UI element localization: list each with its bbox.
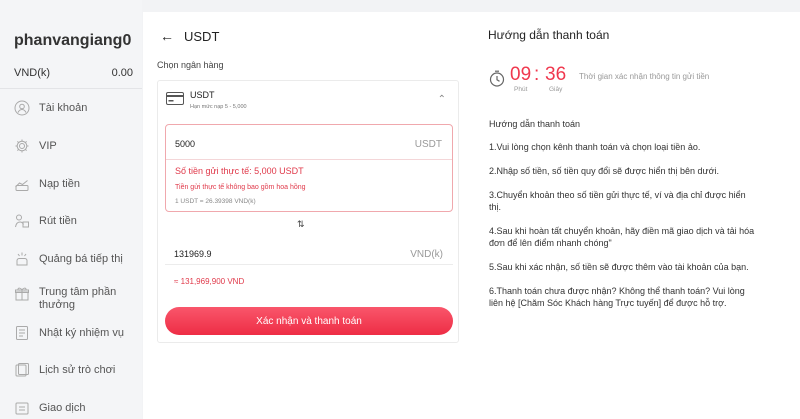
channel-limit: Hạn mức nạp 5 - 5,000: [190, 104, 247, 110]
sidebar-item-label: VIP: [39, 139, 57, 152]
promote-icon: [14, 251, 30, 267]
vnd-section: VND(k): [165, 238, 453, 265]
gear-icon: [14, 138, 30, 154]
channel-name: USDT: [190, 90, 215, 100]
balance-value: 0.00: [111, 67, 133, 79]
countdown-timer: 09 : 36 Phút Giây Thời gian xác nhận thô…: [489, 64, 800, 98]
main-panel: ← USDT Chọn ngân hàng USDT Hạn mức nạp 5…: [143, 12, 800, 419]
payment-form: USDT Hạn mức nạp 5 - 5,000 ⌃ USDT Số tiề…: [157, 80, 459, 343]
deposit-icon: [14, 176, 30, 192]
page-title: USDT: [184, 28, 220, 44]
amount-divider: [166, 159, 452, 160]
sidebar-item-promotion[interactable]: Quảng bá tiếp thị: [14, 251, 123, 267]
sidebar-item-withdraw[interactable]: Rút tiền: [14, 213, 77, 229]
timer-description: Thời gian xác nhận thông tin gửi tiền: [579, 72, 710, 81]
bank-select-label: Chọn ngân hàng: [157, 60, 224, 70]
sidebar-item-vip[interactable]: VIP: [14, 138, 57, 154]
vnd-amount-input[interactable]: [174, 249, 324, 259]
clock-icon: [489, 70, 505, 87]
withdraw-icon: [14, 213, 30, 229]
usdt-unit: USDT: [414, 139, 442, 150]
guide-step: 3.Chuyển khoản theo số tiền gửi thực tế,…: [489, 190, 746, 212]
guide-title: Hướng dẫn thanh toán: [488, 28, 610, 42]
actual-deposit-text: Số tiền gửi thực tế: 5,000 USDT: [175, 166, 304, 176]
guide-heading: Hướng dẫn thanh toán: [489, 119, 580, 129]
gift-icon: [14, 286, 30, 302]
guide-step: 5.Sau khi xác nhận, số tiền sẽ được thêm…: [489, 262, 749, 272]
guide-step: 4.Sau khi hoàn tất chuyển khoản, hãy điề…: [489, 226, 755, 248]
sidebar: phanvangiang0 VND(k) 0.00 Tài khoản VIP …: [0, 0, 142, 419]
exchange-rate-note: 1 USDT = 26.39398 VND(k): [175, 198, 256, 205]
sidebar-item-label: Nhật ký nhiệm vụ: [39, 326, 124, 339]
chevron-up-icon[interactable]: ⌃: [438, 94, 446, 105]
sidebar-item-deposit[interactable]: Nạp tiền: [14, 176, 80, 192]
guide-step: 1.Vui lòng chọn kênh thanh toán và chọn …: [489, 142, 701, 152]
card-icon: [166, 92, 184, 105]
balance-label: VND(k): [14, 67, 51, 79]
sidebar-item-label: Quảng bá tiếp thị: [39, 252, 123, 265]
sidebar-item-task-log[interactable]: Nhật ký nhiệm vụ: [14, 325, 124, 341]
timer-seconds: 36: [545, 64, 567, 85]
amount-section: USDT Số tiền gửi thực tế: 5,000 USDT Tiề…: [165, 124, 453, 212]
guide-step: 2.Nhập số tiền, số tiền quy đổi sẽ được …: [489, 166, 719, 176]
fee-note: Tiền gửi thực tế không bao gồm hoa hồng: [175, 184, 306, 191]
sidebar-item-label: Rút tiền: [39, 214, 77, 227]
sidebar-item-label: Giao dịch: [39, 401, 86, 414]
sidebar-item-rewards[interactable]: Trung tâm phần thưởng: [14, 286, 125, 312]
user-icon: [14, 100, 30, 116]
sidebar-item-label: Lịch sử trò chơi: [39, 363, 116, 376]
sidebar-item-label: Tài khoản: [39, 101, 88, 114]
back-button[interactable]: ← USDT: [160, 28, 219, 44]
seconds-label: Giây: [549, 86, 563, 93]
confirm-payment-button[interactable]: Xác nhận và thanh toán: [165, 307, 453, 335]
guide-instructions: Hướng dẫn thanh toán 1.Vui lòng chọn kên…: [489, 118, 759, 321]
sidebar-item-label: Nạp tiền: [39, 177, 80, 190]
sidebar-item-label: Trung tâm phần thưởng: [39, 286, 117, 311]
usdt-amount-input[interactable]: [175, 139, 325, 149]
guide-step: 6.Thanh toán chưa được nhận? Không thể t…: [489, 286, 745, 308]
sidebar-divider: [0, 88, 142, 89]
transaction-icon: [14, 400, 30, 416]
task-log-icon: [14, 325, 30, 341]
history-icon: [14, 362, 30, 378]
sidebar-item-transactions[interactable]: Giao dịch: [14, 400, 85, 416]
timer-colon: :: [534, 64, 540, 85]
vnd-unit: VND(k): [410, 249, 443, 260]
payment-channel-selector[interactable]: USDT Hạn mức nạp 5 - 5,000 ⌃: [158, 81, 458, 125]
swap-icon[interactable]: ⇅: [297, 219, 305, 230]
vnd-converted-result: ≈ 131,969,900 VND: [174, 277, 245, 286]
back-arrow-icon[interactable]: ←: [160, 28, 174, 44]
balance-row: VND(k) 0.00: [14, 67, 133, 79]
minutes-label: Phút: [514, 86, 528, 93]
sidebar-item-game-history[interactable]: Lịch sử trò chơi: [14, 362, 115, 378]
timer-minutes: 09: [510, 64, 532, 85]
username: phanvangiang0: [14, 32, 132, 49]
sidebar-item-account[interactable]: Tài khoản: [14, 100, 87, 116]
